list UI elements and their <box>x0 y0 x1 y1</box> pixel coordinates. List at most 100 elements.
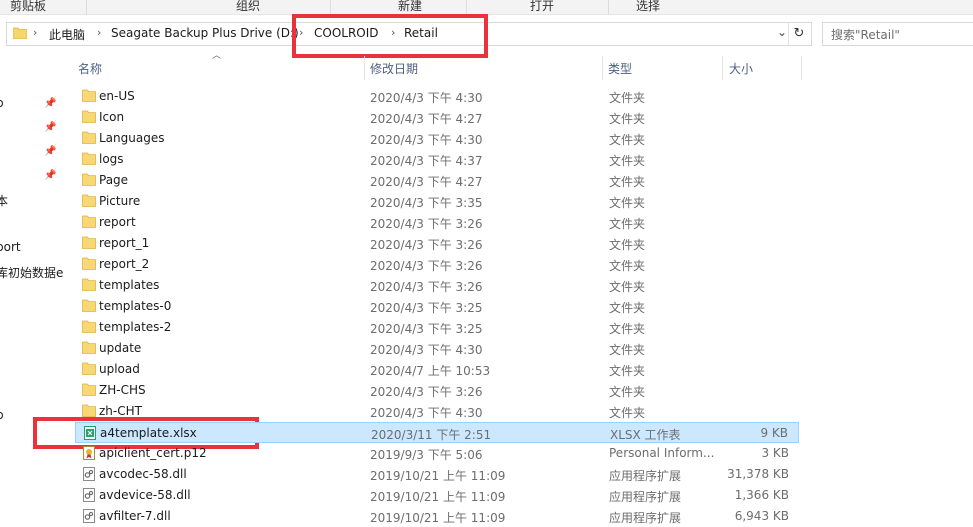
file-row[interactable]: ZH-CHS 2020/4/3 下午 3:26 文件夹 <box>75 380 799 401</box>
folder-icon <box>82 299 96 312</box>
file-modified-date: 2020/4/3 下午 4:30 <box>370 406 483 420</box>
file-row[interactable]: apiclient_cert.p12 2019/9/3 下午 5:06 Person… <box>75 443 799 464</box>
file-name: Icon <box>99 110 125 124</box>
chevron-right-icon[interactable]: › <box>97 26 101 39</box>
file-modified-date: 2020/4/3 下午 3:26 <box>370 238 483 252</box>
file-row[interactable]: avcodec-58.dll 2019/10/21 上午 11:09 应用程序扩展 3… <box>75 464 799 485</box>
ribbon-group-select[interactable]: 选择 <box>636 0 660 14</box>
file-modified-date: 2020/4/3 下午 3:25 <box>370 322 483 336</box>
file-modified-date: 2019/9/3 下午 5:06 <box>370 448 483 462</box>
file-type: 文件夹 <box>609 385 646 399</box>
folder-icon <box>82 89 96 102</box>
file-modified-date: 2020/4/3 下午 3:26 <box>370 385 483 399</box>
file-row[interactable]: report_2 2020/4/3 下午 3:26 文件夹 <box>75 254 799 275</box>
ribbon-divider <box>330 0 331 14</box>
file-name: Languages <box>99 131 165 145</box>
file-name: templates <box>99 278 160 292</box>
column-divider[interactable] <box>722 56 723 80</box>
folder-icon <box>82 278 96 291</box>
file-type: 文件夹 <box>609 112 646 126</box>
folder-icon <box>82 383 96 396</box>
folder-icon <box>82 257 96 270</box>
file-name: en-US <box>99 89 135 103</box>
pin-icon[interactable]: 📌 <box>44 98 56 109</box>
file-row[interactable]: en-US 2020/4/3 下午 4:30 文件夹 <box>75 86 799 107</box>
address-bar[interactable]: › 此电脑 › Seagate Backup Plus Drive (D:) ›… <box>6 22 812 46</box>
chevron-right-icon[interactable]: › <box>391 26 395 39</box>
file-type: 文件夹 <box>609 364 646 378</box>
ribbon-group-clipboard[interactable]: 剪贴板 <box>10 0 46 14</box>
file-type: 文件夹 <box>609 343 646 357</box>
file-modified-date: 2020/4/3 下午 3:26 <box>370 280 483 294</box>
file-row[interactable]: Page 2020/4/3 下午 4:27 文件夹 <box>75 170 799 191</box>
file-modified-date: 2020/4/3 下午 3:26 <box>370 217 483 231</box>
nav-item[interactable]: port <box>0 240 21 254</box>
folder-icon <box>82 404 96 417</box>
file-row[interactable]: logs 2020/4/3 下午 4:37 文件夹 <box>75 149 799 170</box>
file-modified-date: 2020/4/3 下午 4:27 <box>370 175 483 189</box>
breadcrumb-retail[interactable]: Retail <box>404 26 438 40</box>
navigation-pane: p 📌 📌 📌 📌 本 port 库初始数据e p <box>0 56 64 519</box>
file-type: 文件夹 <box>609 238 646 252</box>
file-size: 31,378 KB <box>727 467 789 481</box>
file-modified-date: 2020/4/3 下午 3:35 <box>370 196 483 210</box>
nav-item[interactable]: p <box>0 408 4 422</box>
file-row[interactable]: avfilter-7.dll 2019/10/21 上午 11:09 应用程序扩展 6… <box>75 506 799 527</box>
file-name: avcodec-58.dll <box>99 467 187 481</box>
file-row[interactable]: templates-2 2020/4/3 下午 3:25 文件夹 <box>75 317 799 338</box>
ribbon-group-organize[interactable]: 组织 <box>236 0 260 14</box>
nav-item[interactable]: 库初始数据e <box>0 264 63 281</box>
search-placeholder: 搜索"Retail" <box>831 28 900 42</box>
pin-icon[interactable]: 📌 <box>44 170 56 181</box>
folder-icon <box>82 215 96 228</box>
column-divider[interactable] <box>801 56 802 80</box>
sort-ascending-icon: ︿ <box>212 51 222 61</box>
pin-icon[interactable]: 📌 <box>44 122 56 133</box>
file-row[interactable]: templates 2020/4/3 下午 3:26 文件夹 <box>75 275 799 296</box>
dll-file-icon <box>82 509 96 523</box>
file-row[interactable]: templates-0 2020/4/3 下午 3:25 文件夹 <box>75 296 799 317</box>
file-row[interactable]: update 2020/4/3 下午 4:30 文件夹 <box>75 338 799 359</box>
file-name: zh-CHT <box>99 404 142 418</box>
file-name: a4template.xlsx <box>100 426 197 440</box>
certificate-file-icon <box>82 446 96 460</box>
excel-file-icon <box>83 426 97 440</box>
file-name: Page <box>99 173 129 187</box>
file-row[interactable]: Languages 2020/4/3 下午 4:30 文件夹 <box>75 128 799 149</box>
nav-item[interactable]: p <box>0 96 4 110</box>
folder-icon <box>82 194 96 207</box>
file-row[interactable]: upload 2020/4/7 上午 10:53 文件夹 <box>75 359 799 380</box>
breadcrumb-this-pc[interactable]: 此电脑 <box>49 26 85 43</box>
ribbon-group-new[interactable]: 新建 <box>398 0 422 14</box>
file-modified-date: 2020/4/7 上午 10:53 <box>370 364 491 378</box>
file-name: avdevice-58.dll <box>99 488 191 502</box>
file-row[interactable]: Icon 2020/4/3 下午 4:27 文件夹 <box>75 107 799 128</box>
breadcrumb-drive[interactable]: Seagate Backup Plus Drive (D:) <box>111 26 299 40</box>
file-size: 1,366 KB <box>734 488 789 502</box>
file-modified-date: 2020/4/3 下午 4:30 <box>370 133 483 147</box>
file-row[interactable]: report 2020/4/3 下午 3:26 文件夹 <box>75 212 799 233</box>
column-divider[interactable] <box>602 56 603 80</box>
column-divider[interactable] <box>364 56 365 80</box>
chevron-down-icon[interactable]: ⌄ <box>777 25 787 39</box>
file-row[interactable]: avdevice-58.dll 2019/10/21 上午 11:09 应用程序扩展… <box>75 485 799 506</box>
chevron-right-icon[interactable]: › <box>33 26 37 39</box>
nav-item[interactable]: 本 <box>0 192 8 209</box>
pin-icon[interactable]: 📌 <box>44 146 56 157</box>
folder-icon <box>13 27 27 39</box>
file-row[interactable]: zh-CHT 2020/4/3 下午 4:30 文件夹 <box>75 401 799 422</box>
breadcrumb-coolroid[interactable]: COOLROID <box>314 26 379 40</box>
file-row-selected[interactable]: a4template.xlsx 2020/3/11 下午 2:51 XLSX 工作表… <box>75 422 799 443</box>
folder-icon <box>82 131 96 144</box>
chevron-right-icon[interactable]: › <box>299 26 303 39</box>
file-size: 6,943 KB <box>734 509 789 523</box>
ribbon-group-open[interactable]: 打开 <box>530 0 554 14</box>
file-type: 文件夹 <box>609 301 646 315</box>
search-input[interactable]: 搜索"Retail" <box>822 22 973 46</box>
file-modified-date: 2020/4/3 下午 3:25 <box>370 301 483 315</box>
folder-icon <box>82 320 96 333</box>
file-row[interactable]: report_1 2020/4/3 下午 3:26 文件夹 <box>75 233 799 254</box>
dll-file-icon <box>82 488 96 502</box>
file-row[interactable]: Picture 2020/4/3 下午 3:35 文件夹 <box>75 191 799 212</box>
refresh-icon[interactable]: ↻ <box>788 23 809 45</box>
